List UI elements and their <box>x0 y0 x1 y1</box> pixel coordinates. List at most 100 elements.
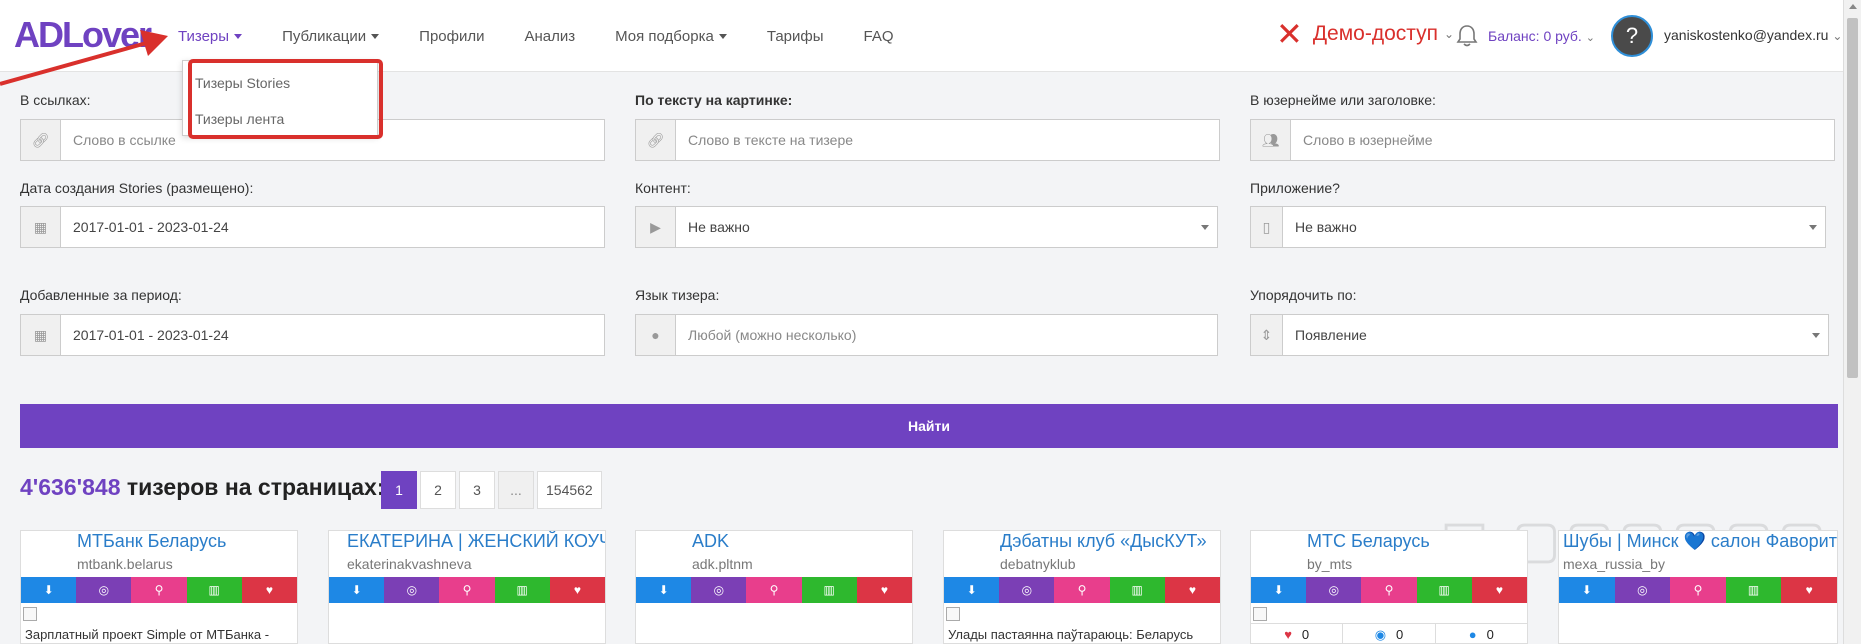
download-icon[interactable]: ⬇ <box>329 577 385 603</box>
added-label: Добавленные за период: <box>20 287 182 303</box>
nav-faq-label: FAQ <box>863 27 894 45</box>
chart-icon[interactable]: ▥ <box>1725 577 1782 603</box>
nav-profiles[interactable]: Профили <box>419 28 484 45</box>
teaser-card: МТБанк Беларусь mtbank.belarus ⬇ ◎ ⚲ ▥ ♥… <box>20 530 298 644</box>
card-title[interactable]: ЕКАТЕРИНА | ЖЕНСКИЙ КОУЧ <box>347 531 605 552</box>
search-icon[interactable]: ⚲ <box>1054 577 1110 603</box>
card-handle: debatnyklub <box>1000 556 1076 572</box>
created-date-input[interactable]: 2017-01-01 - 2023-01-24 <box>61 207 604 247</box>
results-number: 4'636'848 <box>20 474 121 500</box>
chart-icon[interactable]: ▥ <box>1109 577 1165 603</box>
search-button[interactable]: Найти <box>20 404 1838 448</box>
nav-faq[interactable]: FAQ <box>864 28 894 45</box>
username-field[interactable]: 👥︎ Слово в юзернейме <box>1250 119 1835 161</box>
comments-count: 0 <box>1486 627 1494 642</box>
search-icon[interactable]: ⚲ <box>439 577 495 603</box>
added-date-field[interactable]: ▦ 2017-01-01 - 2023-01-24 <box>20 314 605 356</box>
nav-teasers-label: Тизеры <box>178 27 230 45</box>
card-handle: by_mts <box>1307 556 1353 572</box>
likes-stat: ♥ 0 <box>1251 624 1344 643</box>
pagination: 1 2 3 ... 154562 <box>381 471 605 509</box>
download-icon[interactable]: ⬇ <box>636 577 692 603</box>
calendar-icon: ▦ <box>21 315 61 355</box>
card-handle: ekaterinakvashneva <box>347 556 472 572</box>
image-text-input[interactable]: Слово в тексте на тизере <box>676 120 1219 160</box>
broken-image-icon <box>1253 607 1267 621</box>
user-menu[interactable]: yaniskostenko@yandex.ru ⌄ <box>1664 27 1842 43</box>
search-icon[interactable]: ⚲ <box>131 577 187 603</box>
content-select[interactable]: ▶ Не важно <box>635 206 1218 248</box>
youtube-icon: ▶ <box>636 207 676 247</box>
nav-publications[interactable]: Публикации <box>282 28 380 45</box>
card-title[interactable]: Дэбатны клуб «ДысКУТ» <box>1000 531 1207 552</box>
search-icon[interactable]: ⚲ <box>1670 577 1726 603</box>
card-handle: adk.pltnm <box>692 556 753 572</box>
heart-icon[interactable]: ♥ <box>1781 577 1837 603</box>
instagram-icon[interactable]: ◎ <box>1306 577 1362 603</box>
instagram-icon[interactable]: ◎ <box>691 577 747 603</box>
demo-access-menu[interactable]: ✕ Демо-доступ ⌄ <box>1276 18 1454 50</box>
scrollbar-thumb[interactable] <box>1847 18 1858 378</box>
chart-icon[interactable]: ▥ <box>494 577 550 603</box>
sort-value: Появление <box>1295 327 1367 343</box>
avatar-placeholder: ? <box>1625 23 1639 48</box>
heart-icon: ♥ <box>1284 627 1292 642</box>
lang-input[interactable]: Любой (можно несколько) <box>676 315 1217 355</box>
page-2[interactable]: 2 <box>420 471 456 509</box>
instagram-icon[interactable]: ◎ <box>76 577 132 603</box>
results-suffix: тизеров на страницах: <box>126 474 385 500</box>
bell-icon[interactable] <box>1456 24 1478 48</box>
page-3[interactable]: 3 <box>459 471 495 509</box>
image-text-field[interactable]: 🔗︎ Слово в тексте на тизере <box>635 119 1220 161</box>
page-1[interactable]: 1 <box>381 471 417 509</box>
heart-icon[interactable]: ♥ <box>1164 577 1220 603</box>
instagram-icon[interactable]: ◎ <box>999 577 1055 603</box>
page-scrollbar[interactable] <box>1843 0 1861 644</box>
nav-tariffs[interactable]: Тарифы <box>767 28 824 45</box>
page-last[interactable]: 154562 <box>537 471 602 509</box>
chart-icon[interactable]: ▥ <box>801 577 857 603</box>
card-title[interactable]: ADK <box>692 531 729 552</box>
nav-my-selection[interactable]: Моя подборка <box>615 28 727 45</box>
balance-menu[interactable]: Баланс: 0 руб. ⌄ <box>1488 28 1595 44</box>
link-icon: 🔗︎ <box>21 120 61 160</box>
card-title[interactable]: МТС Беларусь <box>1307 531 1430 552</box>
lang-select[interactable]: ● Любой (можно несколько) <box>635 314 1218 356</box>
username-input[interactable]: Слово в юзернейме <box>1291 120 1834 160</box>
instagram-icon[interactable]: ◎ <box>1614 577 1671 603</box>
search-icon[interactable]: ⚲ <box>746 577 802 603</box>
heart-icon[interactable]: ♥ <box>856 577 912 603</box>
app-select[interactable]: ▯ Не важно <box>1250 206 1826 248</box>
sort-select[interactable]: ⇕ Появление <box>1250 314 1829 356</box>
nav-tariffs-label: Тарифы <box>766 27 824 45</box>
card-title[interactable]: МТБанк Беларусь <box>77 531 226 552</box>
chevron-down-icon <box>371 33 380 39</box>
views-count: 0 <box>1396 627 1404 642</box>
download-icon[interactable]: ⬇ <box>1251 577 1307 603</box>
heart-icon[interactable]: ♥ <box>1471 577 1527 603</box>
heart-icon[interactable]: ♥ <box>549 577 605 603</box>
likes-count: 0 <box>1301 627 1310 642</box>
search-icon[interactable]: ⚲ <box>1361 577 1417 603</box>
nav-teasers[interactable]: Тизеры <box>178 27 243 45</box>
download-icon[interactable]: ⬇ <box>21 577 77 603</box>
created-date-field[interactable]: ▦ 2017-01-01 - 2023-01-24 <box>20 206 605 248</box>
chart-icon[interactable]: ▥ <box>1416 577 1472 603</box>
download-icon[interactable]: ⬇ <box>944 577 1000 603</box>
chart-icon[interactable]: ▥ <box>186 577 242 603</box>
avatar[interactable]: ? <box>1611 15 1653 57</box>
card-title[interactable]: Шубы | Минск 💙 салон Фаворит <box>1563 531 1837 552</box>
download-icon[interactable]: ⬇ <box>1559 577 1615 603</box>
heart-icon[interactable]: ♥ <box>241 577 297 603</box>
teaser-card: ADK adk.pltnm ⬇ ◎ ⚲ ▥ ♥ <box>635 530 913 644</box>
eye-icon: ◉ <box>1374 626 1387 642</box>
chevron-down-icon <box>1801 207 1825 247</box>
mobile-icon: ▯ <box>1251 207 1283 247</box>
instagram-icon[interactable]: ◎ <box>384 577 440 603</box>
scroll-up-icon[interactable] <box>1849 4 1857 9</box>
nav-analysis[interactable]: Анализ <box>524 28 575 45</box>
added-date-input[interactable]: 2017-01-01 - 2023-01-24 <box>61 315 604 355</box>
results-count: 4'636'848 тизеров на страницах: <box>20 474 385 501</box>
chevron-down-icon <box>718 33 727 39</box>
nav-profiles-label: Профили <box>419 27 485 45</box>
